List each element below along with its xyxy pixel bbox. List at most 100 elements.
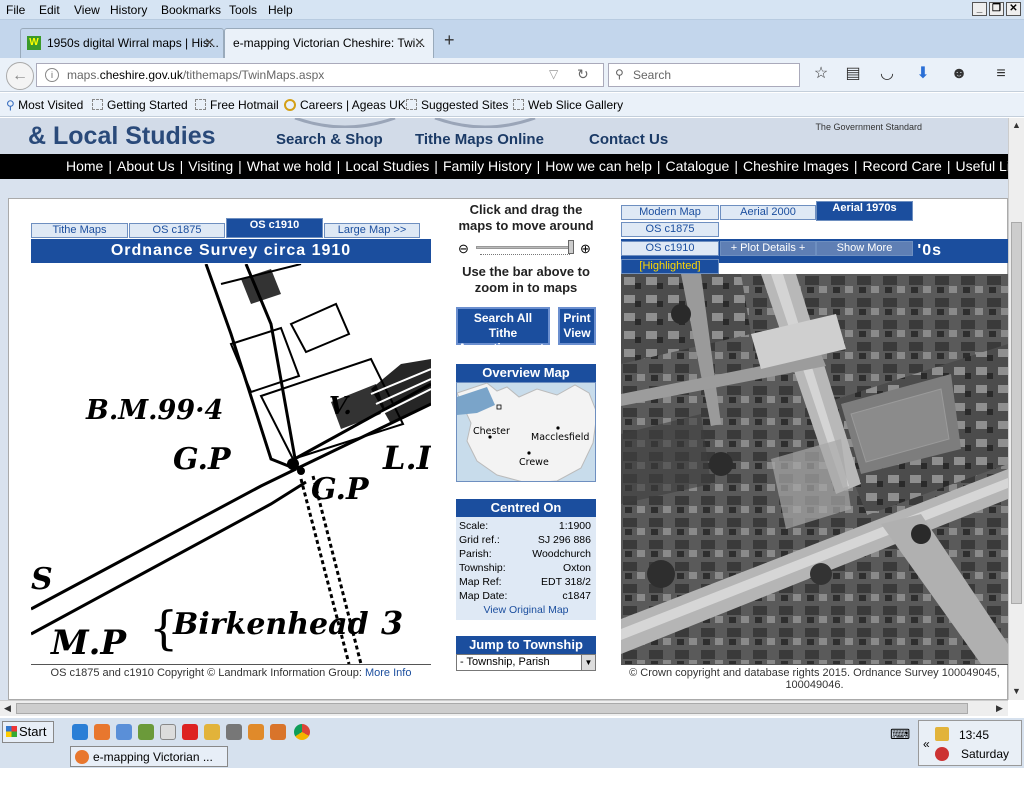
tab-modern-map[interactable]: Modern Map [621,205,719,220]
keyboard-icon[interactable]: ⌨ [890,726,910,743]
dropdown-arrow-icon[interactable]: ▽ [549,67,558,81]
app-icon[interactable] [270,724,286,740]
url-bar[interactable]: i maps.cheshire.gov.uk/tithemaps/TwinMap… [36,63,604,87]
minimize-button[interactable]: _ [972,2,987,16]
contact-us-link[interactable]: Contact Us [589,131,668,148]
tab-os-c1910[interactable]: OS c1910 [226,218,323,238]
vertical-scroll-thumb[interactable] [1011,222,1022,604]
site-nav-family-history[interactable]: Family History [443,158,532,174]
site-nav-about-us[interactable]: About Us [117,158,175,174]
bookmark-star-icon[interactable]: ☆ [811,64,831,84]
start-button[interactable]: Start [2,721,54,743]
menu-edit[interactable]: Edit [39,3,60,17]
site-info-icon[interactable]: i [45,68,59,82]
site-nav-visiting[interactable]: Visiting [188,158,233,174]
app-icon[interactable] [226,724,242,740]
bookmark-free-hotmail[interactable]: Free Hotmail [195,98,279,112]
scroll-down-icon[interactable]: ▼ [1009,684,1024,699]
scroll-up-icon[interactable]: ▲ [1009,118,1024,133]
app-icon[interactable] [248,724,264,740]
aerial-1970s-map[interactable] [621,274,1008,664]
tab-wirral-maps[interactable]: W 1950s digital Wirral maps | His... ✕ [20,28,224,58]
tab-right-os-c1910[interactable]: OS c1910 [621,241,719,256]
bookmark-most-visited[interactable]: ⚲ Most Visited [6,98,83,112]
close-tab-icon[interactable]: ✕ [204,35,215,51]
bookmark-suggested-sites[interactable]: Suggested Sites [406,98,508,112]
highlighted-toggle[interactable]: [Highlighted] [621,259,719,274]
downloads-icon[interactable]: ⬇ [913,64,933,84]
back-arrow-icon[interactable]: ← [6,62,34,90]
plot-details-button[interactable]: + Plot Details + [720,241,816,256]
horizontal-scroll-thumb[interactable] [16,703,968,714]
site-nav-cheshire-images[interactable]: Cheshire Images [743,158,849,174]
tab-e-mapping[interactable]: e-mapping Victorian Cheshire: Twi... ✕ [224,28,434,58]
tray-expand-icon[interactable]: « [923,737,930,751]
tab-right-os-c1875[interactable]: OS c1875 [621,222,719,237]
township-select[interactable]: - Township, Parish ▼ [456,654,596,671]
app-icon[interactable] [138,724,154,740]
view-original-map-link[interactable]: View Original Map [459,604,593,616]
hamburger-menu-icon[interactable]: ≡ [991,64,1011,84]
scroll-left-icon[interactable]: ◀ [0,701,15,716]
zoom-in-icon[interactable]: ⊕ [580,241,591,257]
close-tab-icon[interactable]: ✕ [414,35,425,51]
tab-aerial-1970s[interactable]: Aerial 1970s [816,201,913,221]
chat-icon[interactable]: ☻ [949,64,969,84]
search-input[interactable]: ⚲ Search [608,63,800,87]
restore-button[interactable]: ❐ [989,2,1004,16]
tithe-maps-online-link[interactable]: Tithe Maps Online [415,131,544,148]
os-1910-map[interactable]: B.M.99·4 G.P G.P L.I V. S M.P Birkenhead… [31,264,431,664]
site-nav-how-we-can-help[interactable]: How we can help [545,158,652,174]
media-player-icon[interactable] [160,724,176,740]
tab-os-c1875[interactable]: OS c1875 [129,223,225,238]
site-nav-record-care[interactable]: Record Care [862,158,941,174]
print-view-button[interactable]: Print View [558,307,596,345]
security-icon[interactable] [935,747,949,761]
bookmark-web-slice-gallery[interactable]: Web Slice Gallery [513,98,623,112]
taskbar-window-e-mapping[interactable]: e-mapping Victorian ... [70,746,228,767]
horizontal-scrollbar[interactable]: ◀ ▶ [0,700,1008,716]
tab-large-map[interactable]: Large Map >> [324,223,420,238]
clock-time[interactable]: 13:45 [959,728,989,742]
opera-icon[interactable] [182,724,198,740]
show-more-button[interactable]: Show More [816,241,913,256]
search-all-tithe-button[interactable]: Search All Tithe Apportionments [456,307,551,355]
menu-bookmarks[interactable]: Bookmarks [161,3,221,17]
menu-file[interactable]: File [6,3,25,17]
tab-aerial-2000[interactable]: Aerial 2000 [720,205,816,220]
zoom-slider-thumb[interactable] [568,240,574,254]
menu-history[interactable]: History [110,3,147,17]
search-shop-link[interactable]: Search & Shop [276,131,383,148]
app-icon[interactable] [204,724,220,740]
menu-help[interactable]: Help [268,3,293,17]
reading-list-icon[interactable]: ▤ [843,64,863,84]
site-nav-what-we-hold[interactable]: What we hold [247,158,332,174]
vertical-scrollbar[interactable]: ▲ ▼ [1008,118,1024,700]
zoom-slider[interactable]: ⊖ ⊕ [456,240,596,260]
bookmark-getting-started[interactable]: Getting Started [92,98,188,112]
network-icon[interactable] [935,727,949,741]
site-nav-local-studies[interactable]: Local Studies [345,158,429,174]
site-nav-home[interactable]: Home [66,158,103,174]
overview-map[interactable]: Chester Macclesfield Crewe [456,382,596,482]
close-window-button[interactable]: ✕ [1006,2,1021,16]
menu-view[interactable]: View [74,3,100,17]
bookmark-careers[interactable]: Careers | Ageas UK [284,98,406,112]
scroll-right-icon[interactable]: ▶ [992,701,1007,716]
chevron-down-icon[interactable]: ▼ [581,655,595,670]
menu-tools[interactable]: Tools [229,3,257,17]
more-info-link[interactable]: More Info [365,667,411,679]
taskbar: Start e-mapping Victorian ... ⌨ « 13:45 … [0,717,1024,768]
chrome-icon[interactable] [294,724,310,740]
new-tab-icon[interactable]: + [444,30,455,51]
site-nav-useful-links[interactable]: Useful Links [955,158,1008,174]
reload-icon[interactable]: ↻ [577,66,589,83]
firefox-icon[interactable] [94,724,110,740]
zoom-out-icon[interactable]: ⊖ [458,241,469,257]
pocket-icon[interactable]: ◡ [877,64,897,84]
tab-tithe-maps[interactable]: Tithe Maps [31,223,128,238]
app-icon[interactable] [116,724,132,740]
clock-day[interactable]: Saturday [961,747,1009,761]
ie-icon[interactable] [72,724,88,740]
site-nav-catalogue[interactable]: Catalogue [666,158,730,174]
